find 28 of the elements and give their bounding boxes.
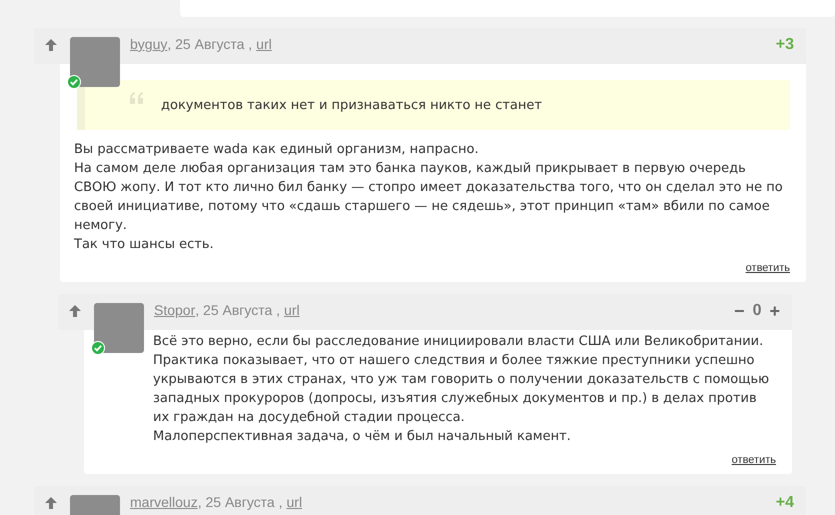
comment-score: +3 [776,36,794,54]
arrow-up-icon[interactable] [68,304,82,318]
comment-date: , 25 Августа , [167,36,254,52]
quote-mark-icon [129,92,145,104]
author-link[interactable]: marvellouz [130,494,198,510]
comment-text: На самом деле любая организация там это банка пауков, каждый прикрывает в первую очередь СВОЮ жопу. И тот кто лично бил банку — стопро имеет доказательства того, что он сделал это не по своей инициативе, потому что «сдашь старшего — не сядешь», этот принцип «там» вбили по самое немогу. [74,160,784,235]
comment-score: 0 [752,302,762,320]
arrow-up-icon[interactable] [44,38,58,52]
vote-down-button[interactable]: − [734,303,745,319]
author-link[interactable]: byguy [130,36,168,52]
avatar-placeholder [94,303,144,353]
quote-text: документов таких нет и признаваться никто не станет [161,98,542,112]
comment-date: , 25 Августа , [198,494,284,510]
arrow-up-icon[interactable] [44,496,58,510]
url-link[interactable]: url [286,494,302,510]
reply-link[interactable]: ответить [746,262,790,274]
reply-link[interactable]: ответить [732,454,776,466]
url-link[interactable]: url [256,36,272,52]
vote-up-button[interactable]: + [769,303,780,319]
comment-score: +4 [776,494,794,512]
comment-text: Вы рассматриваете wada как единый организм, напрасно. [74,141,480,159]
author-link[interactable]: Stopor [154,302,196,318]
comment-text: Всё это верно, если бы расследование инициировали власти США или Великобритании. Практика показывает, что от нашего следствия и более тяжкие преступники успешно укрываются в этих странах, что уж там говорить о получении доказательств с помощью западных прокуроров (допросы, изъятия служебных документов и пр.) в делах против их граждан на досудебной стадии процесса. [153,333,770,427]
comment-text: Так что шансы есть. [74,236,215,254]
comment-text: Малоперспективная задача, о чём и был начальный камент. [153,428,572,446]
url-link[interactable]: url [284,302,300,318]
avatar-placeholder [70,37,120,87]
comment-date: , 25 Августа , [195,302,282,318]
